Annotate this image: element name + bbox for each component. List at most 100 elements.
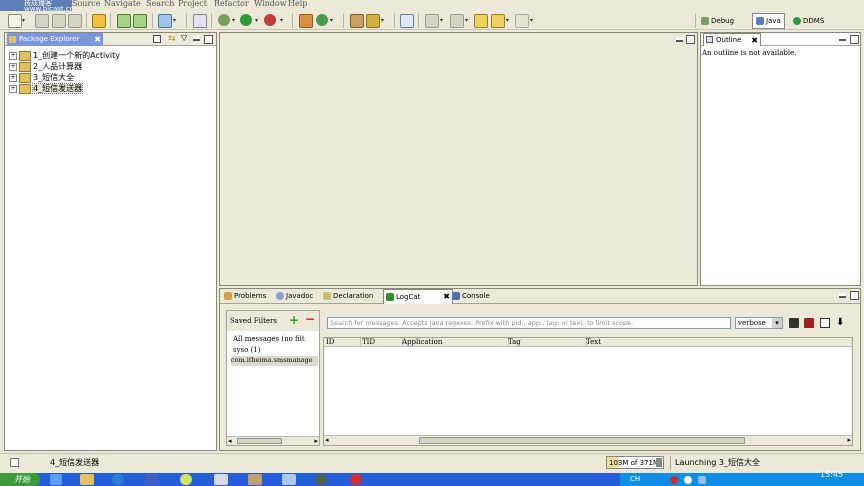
chevron-down-icon[interactable]: ▾	[232, 17, 235, 24]
toggle-mark-icon[interactable]	[400, 14, 414, 28]
close-icon[interactable]: ✖	[94, 33, 101, 46]
chevron-down-icon[interactable]: ▾	[22, 17, 25, 24]
android-sdk-icon[interactable]	[117, 14, 131, 28]
view-menu-icon[interactable]: ▽	[181, 33, 187, 42]
column-header[interactable]: TID	[360, 338, 403, 347]
chevron-down-icon[interactable]: ▾	[530, 17, 533, 24]
close-icon[interactable]: ✖	[751, 34, 758, 47]
maximize-icon[interactable]	[850, 291, 859, 300]
maximize-icon[interactable]	[204, 35, 213, 44]
menu-project[interactable]: Project	[178, 0, 207, 8]
save-all-icon[interactable]	[52, 14, 66, 28]
maximize-icon[interactable]	[850, 35, 859, 44]
column-header[interactable]: Text	[584, 338, 854, 347]
scroll-left-icon[interactable]: ◂	[325, 436, 329, 444]
clear-log-icon[interactable]	[804, 318, 814, 328]
filter-item[interactable]: syso (1)	[233, 346, 261, 354]
open-type-icon[interactable]	[350, 14, 364, 28]
tray-icon[interactable]	[684, 476, 692, 484]
new-package-icon[interactable]	[299, 14, 313, 28]
taskbar-app-icon[interactable]	[248, 474, 262, 485]
chevron-down-icon[interactable]: ▾	[440, 17, 443, 24]
chevron-down-icon[interactable]: ▾	[173, 17, 176, 24]
column-header[interactable]: Tag	[506, 338, 587, 347]
logcat-search-input[interactable]: Search for messages. Accepts Java regexe…	[327, 317, 731, 329]
menu-window[interactable]: Window	[254, 0, 287, 8]
tree-item-project[interactable]: +1_创建一个新的Activity	[9, 50, 120, 61]
close-icon[interactable]: ✖	[443, 290, 450, 304]
perspective-ddms[interactable]: DDMS	[790, 14, 827, 28]
last-edit-icon[interactable]	[474, 14, 488, 28]
android-lint-icon[interactable]	[193, 14, 207, 28]
open-folder-icon[interactable]	[92, 14, 106, 28]
language-indicator[interactable]: CH	[630, 475, 640, 483]
tree-item-project-selected[interactable]: +4_短信发送器	[9, 83, 84, 94]
start-button[interactable]: 开始	[0, 473, 40, 486]
print-icon[interactable]	[68, 14, 82, 28]
new-icon[interactable]	[8, 14, 22, 28]
taskbar-folder-icon[interactable]	[80, 474, 94, 485]
minimize-icon[interactable]	[193, 36, 200, 41]
log-level-select[interactable]: verbose ▾	[735, 317, 783, 329]
menu-navigate[interactable]: Navigate	[104, 0, 141, 8]
collapse-all-icon[interactable]	[153, 35, 161, 43]
tree-item-project[interactable]: +3_短信大全	[9, 72, 74, 83]
taskbar-app-icon[interactable]	[180, 474, 192, 485]
log-scrollbar[interactable]: ◂ ▸	[324, 435, 852, 445]
trash-icon[interactable]	[656, 458, 662, 467]
fast-view-icon[interactable]	[10, 458, 19, 467]
tab-package-explorer[interactable]: Package Explorer ✖	[7, 33, 103, 46]
tray-icon[interactable]	[670, 476, 678, 484]
minimize-icon[interactable]	[839, 293, 846, 298]
menu-refactor[interactable]: Refactor	[214, 0, 249, 8]
taskbar-app-icon[interactable]	[50, 474, 62, 485]
tab-outline[interactable]: Outline ✖	[703, 33, 761, 46]
chevron-down-icon[interactable]: ▾	[280, 17, 283, 24]
tab-logcat[interactable]: LogCat ✖	[383, 289, 453, 304]
check-icon[interactable]	[158, 14, 172, 28]
perspective-debug[interactable]: Debug	[698, 14, 737, 28]
column-header[interactable]: ID	[324, 338, 361, 347]
chevron-down-icon[interactable]: ▾	[255, 17, 258, 24]
taskbar-app-icon[interactable]	[282, 474, 296, 485]
tree-item-project[interactable]: +2_人品计算器	[9, 61, 82, 72]
scroll-right-icon[interactable]: ▸	[847, 436, 851, 444]
external-tools-icon[interactable]	[264, 14, 276, 26]
menu-help[interactable]: Help	[288, 0, 307, 8]
expand-icon[interactable]: +	[9, 51, 17, 60]
taskbar-app-icon[interactable]	[315, 474, 327, 485]
chevron-down-icon[interactable]: ▾	[772, 318, 782, 328]
scroll-thumb[interactable]	[237, 438, 282, 444]
tab-console[interactable]: Console	[450, 289, 512, 303]
new-class-icon[interactable]	[316, 14, 328, 26]
link-editor-icon[interactable]: ⇆	[168, 34, 176, 44]
taskbar-app-icon[interactable]	[350, 474, 362, 485]
menu-search[interactable]: Search	[146, 0, 174, 8]
chevron-down-icon[interactable]: ▾	[330, 17, 333, 24]
filter-scrollbar[interactable]: ◂ ▸	[227, 436, 319, 445]
scroll-lock-icon[interactable]: ⬇	[836, 317, 844, 328]
perspective-java[interactable]: Java	[752, 13, 785, 29]
toggle-filters-icon[interactable]	[820, 318, 830, 328]
remove-filter-icon[interactable]: −	[305, 312, 315, 326]
forward-icon[interactable]	[515, 14, 529, 28]
menu-source[interactable]: Source	[72, 0, 101, 8]
expand-icon[interactable]: +	[9, 84, 17, 93]
filter-item-selected[interactable]: com.itheima.smsmanage	[231, 356, 318, 366]
avd-manager-icon[interactable]	[133, 14, 147, 28]
filter-item[interactable]: All messages (no filt	[233, 335, 318, 343]
expand-icon[interactable]: +	[9, 62, 17, 71]
column-header[interactable]: Application	[400, 338, 509, 347]
debug-icon[interactable]	[218, 14, 230, 26]
scroll-thumb[interactable]	[419, 437, 745, 444]
taskbar-browser-icon[interactable]	[112, 474, 124, 485]
run-icon[interactable]	[240, 14, 252, 26]
tray-icon[interactable]	[698, 476, 706, 484]
scroll-left-icon[interactable]: ◂	[228, 437, 232, 445]
save-icon[interactable]	[35, 14, 49, 28]
save-log-icon[interactable]	[789, 318, 799, 328]
taskbar-app-icon[interactable]	[145, 474, 159, 485]
chevron-down-icon[interactable]: ▾	[506, 17, 509, 24]
add-filter-icon[interactable]: +	[289, 313, 299, 327]
search-icon[interactable]	[366, 14, 380, 28]
